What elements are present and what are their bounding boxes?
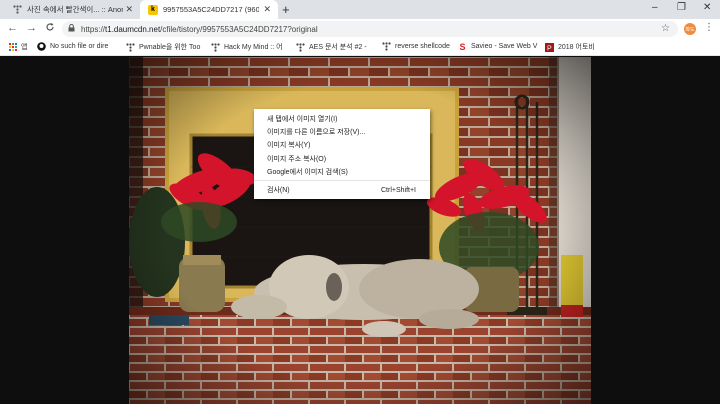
menu-inspect[interactable]: 검사(N) Ctrl+Shift+I xyxy=(254,183,430,196)
savieo-icon: S xyxy=(459,41,466,52)
context-menu: 새 탭에서 이미지 열기(I) 이미지를 다른 이름으로 저장(V)... 이미… xyxy=(254,109,430,199)
menu-kebab-icon[interactable]: ⋮ xyxy=(704,22,714,33)
menu-item-label: 이미지 주소 복사(O) xyxy=(267,155,327,163)
menu-copy-image[interactable]: 이미지 복사(Y) xyxy=(254,139,430,152)
github-icon xyxy=(37,42,46,51)
menu-separator xyxy=(254,180,430,182)
bookmark-item[interactable]: S Savieo - Save Web V xyxy=(458,41,538,52)
lock-icon xyxy=(68,23,75,34)
menu-shortcut: Ctrl+Shift+I xyxy=(380,186,416,194)
bookmark-item[interactable]: Pwnable을 위한 Too xyxy=(126,42,200,52)
tab-title: 9957553A5C24DD7217 (960×7... xyxy=(163,5,259,14)
tistory-icon xyxy=(12,5,22,15)
tistory-icon xyxy=(296,42,305,52)
toolbar: ← → https://t1.daumcdn.net/cfile/tistory… xyxy=(0,19,720,39)
menu-item-label: 이미지 복사(Y) xyxy=(267,142,311,150)
bookmarks-bar: 앱 No such file or dire Pwnable을 위한 Too H… xyxy=(0,39,720,56)
tistory-icon xyxy=(126,42,135,52)
menu-item-label: Google에서 이미지 검색(S) xyxy=(267,168,348,176)
menu-item-label: 새 탭에서 이미지 열기(I) xyxy=(267,115,338,123)
tab-strip: 사진 속에서 빨간색이... :: Anony ✕ k 9957553A5C24… xyxy=(0,0,720,19)
bookmark-icon: P xyxy=(545,42,554,52)
bookmark-label: reverse shellcode xyxy=(395,43,450,50)
reload-button[interactable] xyxy=(45,22,55,35)
reload-icon xyxy=(46,23,54,31)
profile-avatar[interactable]: 파도 xyxy=(684,23,696,35)
kakao-icon: k xyxy=(148,4,158,15)
bookmark-label: AES 문서 분석 #2 - xyxy=(309,44,367,51)
tab-active[interactable]: k 9957553A5C24DD7217 (960×7... ✕ xyxy=(140,0,278,19)
menu-save-image-as[interactable]: 이미지를 다른 이름으로 저장(V)... xyxy=(254,125,430,138)
menu-item-label: 검사(N) xyxy=(267,187,290,195)
bookmark-label: Hack My Mind :: 어 xyxy=(224,44,283,51)
address-bar[interactable]: https://t1.daumcdn.net/cfile/tistory/995… xyxy=(62,21,678,37)
bookmark-label: Pwnable을 위한 Too xyxy=(139,44,201,51)
bookmark-label: 2018 어토비 xyxy=(558,44,595,51)
menu-item-label: 이미지를 다른 이름으로 저장(V)... xyxy=(267,128,366,136)
bookmark-item[interactable]: Hack My Mind :: 어 xyxy=(211,42,283,52)
close-tab-icon[interactable]: ✕ xyxy=(125,4,133,15)
bookmark-item[interactable]: AES 문서 분석 #2 - xyxy=(296,42,367,52)
bookmark-label: Savieo - Save Web V xyxy=(471,43,538,50)
menu-copy-image-address[interactable]: 이미지 주소 복사(O) xyxy=(254,152,430,165)
apps-shortcut[interactable]: 앱 xyxy=(8,42,27,52)
bookmark-item[interactable]: reverse shellcode xyxy=(382,42,450,51)
menu-open-image-new-tab[interactable]: 새 탭에서 이미지 열기(I) xyxy=(254,112,430,125)
tistory-icon xyxy=(382,42,391,51)
restore-button[interactable]: ❐ xyxy=(677,2,686,13)
bookmark-star-icon[interactable]: ☆ xyxy=(661,23,670,34)
svg-text:P: P xyxy=(547,45,552,52)
bookmark-item[interactable]: P 2018 어토비 xyxy=(545,42,595,52)
minimize-button[interactable]: – xyxy=(652,2,658,13)
bookmark-label: No such file or dire xyxy=(50,43,109,50)
back-button[interactable]: ← xyxy=(7,22,18,34)
tistory-icon xyxy=(211,42,220,52)
close-tab-icon[interactable]: ✕ xyxy=(263,4,271,15)
tab-inactive[interactable]: 사진 속에서 빨간색이... :: Anony ✕ xyxy=(4,0,140,19)
close-window-button[interactable]: ✕ xyxy=(703,2,711,13)
bookmark-item[interactable]: No such file or dire xyxy=(37,42,108,51)
new-tab-button[interactable]: + xyxy=(282,2,290,17)
apps-grid-icon xyxy=(8,43,17,52)
tab-title: 사진 속에서 빨간색이... :: Anony xyxy=(27,5,123,14)
url-text: https://t1.daumcdn.net/cfile/tistory/995… xyxy=(81,24,318,34)
apps-label: 앱 xyxy=(21,44,28,51)
menu-search-google-image[interactable]: Google에서 이미지 검색(S) xyxy=(254,165,430,178)
forward-button[interactable]: → xyxy=(26,22,37,34)
